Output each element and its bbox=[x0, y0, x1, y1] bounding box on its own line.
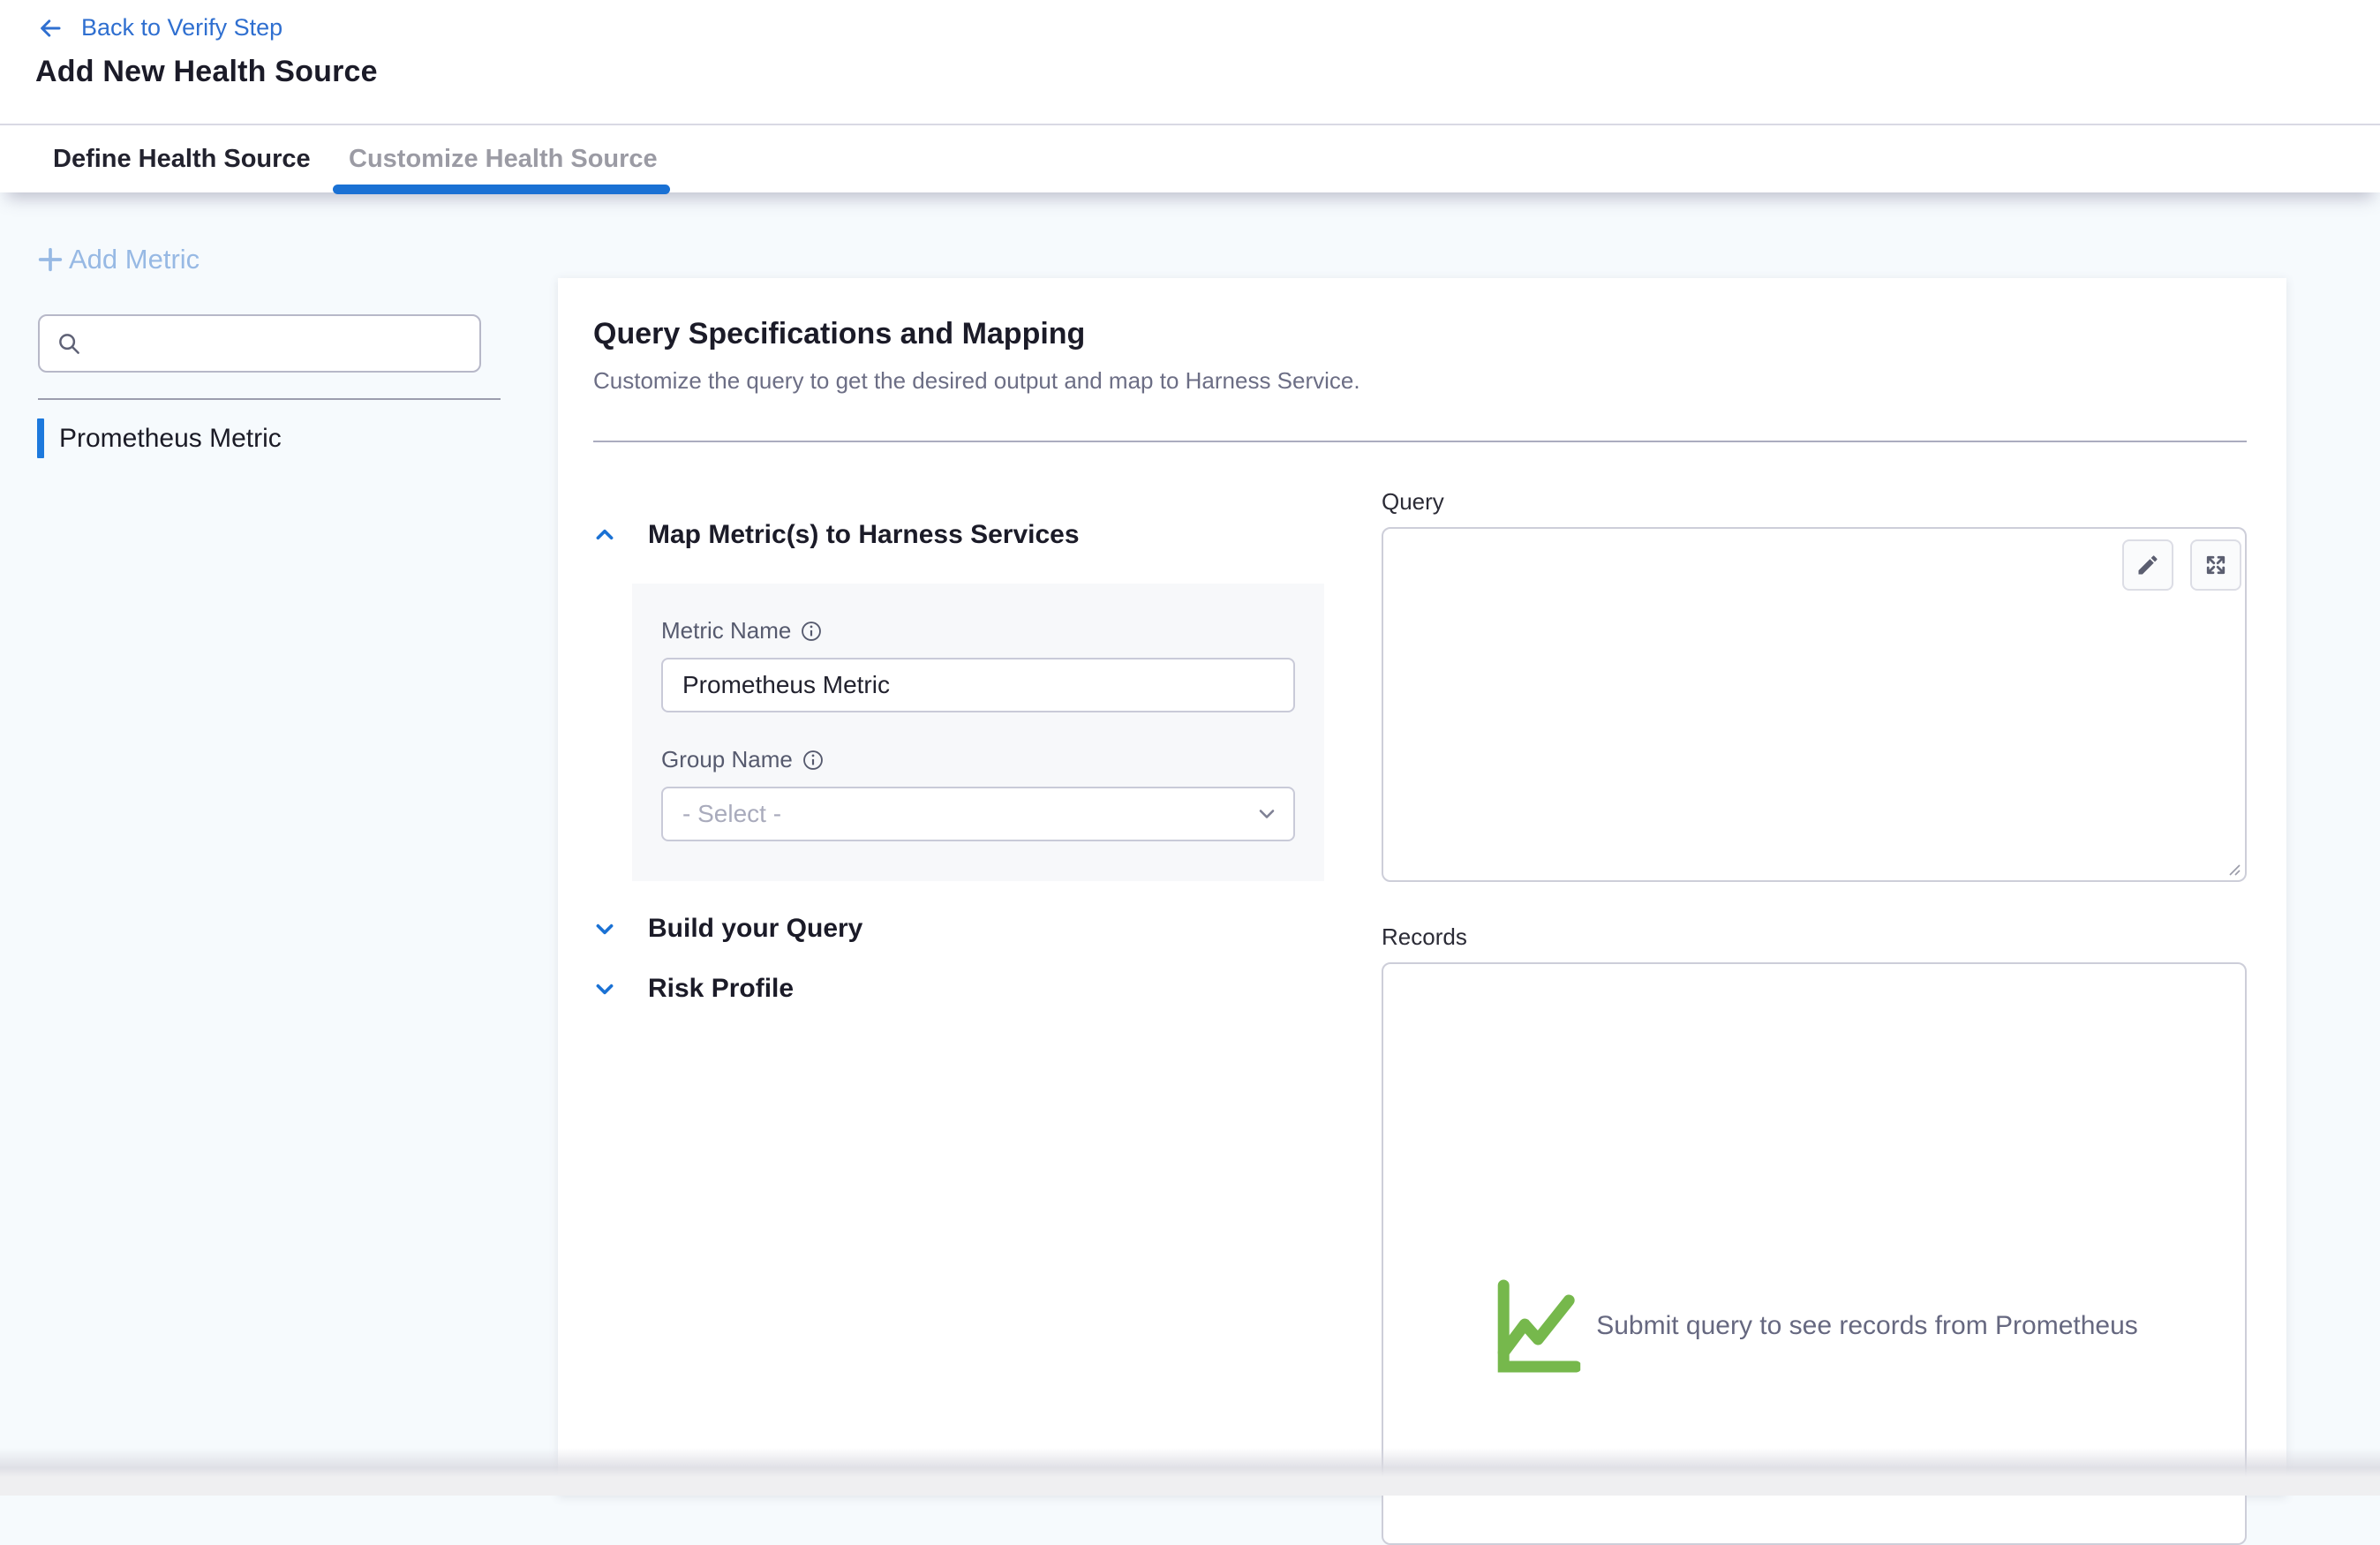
query-label: Query bbox=[1382, 488, 1444, 516]
metric-name-label: Metric Name bbox=[661, 617, 791, 644]
tab-customize-health-source[interactable]: Customize Health Source bbox=[349, 125, 658, 192]
resize-handle-icon[interactable] bbox=[2225, 860, 2242, 878]
card-header: Query Specifications and Mapping Customi… bbox=[558, 278, 2286, 442]
chevron-down-icon bbox=[593, 977, 616, 1000]
chevron-up-icon bbox=[593, 524, 616, 546]
records-empty-state: Submit query to see records from Prometh… bbox=[1490, 1275, 2138, 1377]
selected-indicator-bar bbox=[37, 418, 44, 458]
card-divider bbox=[593, 441, 2247, 442]
back-arrow-icon bbox=[35, 15, 65, 41]
section-map-metrics[interactable]: Map Metric(s) to Harness Services bbox=[593, 520, 1080, 550]
group-name-label-row: Group Name bbox=[661, 746, 1324, 773]
section-title: Map Metric(s) to Harness Services bbox=[648, 520, 1080, 550]
records-empty-text: Submit query to see records from Prometh… bbox=[1596, 1311, 2138, 1341]
records-label: Records bbox=[1382, 923, 1467, 951]
maximize-icon bbox=[2203, 553, 2228, 577]
section-title: Build your Query bbox=[648, 914, 862, 944]
chevron-down-icon bbox=[593, 917, 616, 940]
back-link-label: Back to Verify Step bbox=[81, 14, 282, 41]
metric-list-item-selected[interactable]: Prometheus Metric bbox=[37, 418, 282, 458]
back-link[interactable]: Back to Verify Step bbox=[35, 14, 282, 41]
search-input[interactable] bbox=[93, 316, 479, 371]
info-icon[interactable] bbox=[800, 620, 823, 643]
add-metric-button[interactable]: Add Metric bbox=[35, 244, 200, 275]
bottom-fade-strip bbox=[0, 1448, 2380, 1496]
group-name-select[interactable]: - Select - bbox=[661, 787, 1295, 841]
page-title: Add New Health Source bbox=[35, 55, 378, 89]
metric-search[interactable] bbox=[38, 314, 481, 373]
metric-name-label-row: Metric Name bbox=[661, 617, 1324, 644]
expand-query-button[interactable] bbox=[2190, 539, 2241, 591]
info-icon[interactable] bbox=[802, 749, 825, 772]
tab-define-health-source[interactable]: Define Health Source bbox=[53, 125, 311, 192]
sidebar-divider bbox=[38, 398, 501, 400]
section-title: Risk Profile bbox=[648, 974, 794, 1004]
card-subheading: Customize the query to get the desired o… bbox=[593, 367, 2247, 395]
metric-item-label: Prometheus Metric bbox=[59, 424, 282, 454]
card-heading: Query Specifications and Mapping bbox=[593, 317, 2247, 351]
metrics-sidebar: Add Metric Prometheus Metric bbox=[0, 192, 558, 1496]
active-tab-underline bbox=[333, 185, 670, 194]
section-risk-profile[interactable]: Risk Profile bbox=[593, 974, 794, 1004]
chevron-down-icon bbox=[1254, 802, 1279, 826]
tab-bar: Define Health Source Customize Health So… bbox=[0, 124, 2380, 192]
line-chart-icon bbox=[1490, 1275, 1580, 1377]
plus-icon bbox=[35, 245, 65, 275]
section-build-query[interactable]: Build your Query bbox=[593, 914, 862, 944]
query-mapping-card: Query Specifications and Mapping Customi… bbox=[558, 278, 2286, 1496]
pencil-icon bbox=[2135, 553, 2160, 577]
group-name-label: Group Name bbox=[661, 746, 793, 773]
add-metric-label: Add Metric bbox=[69, 244, 200, 275]
map-metrics-panel: Metric Name Group Name bbox=[632, 584, 1324, 881]
query-textarea[interactable] bbox=[1382, 527, 2247, 882]
query-toolbar bbox=[2122, 539, 2241, 591]
page-body: Add Metric Prometheus Metric Query Speci… bbox=[0, 192, 2380, 1496]
edit-query-button[interactable] bbox=[2122, 539, 2173, 591]
page-header: Back to Verify Step Add New Health Sourc… bbox=[0, 0, 2380, 124]
search-icon bbox=[56, 330, 82, 357]
metric-name-input[interactable] bbox=[661, 658, 1295, 712]
select-placeholder: - Select - bbox=[682, 800, 781, 828]
